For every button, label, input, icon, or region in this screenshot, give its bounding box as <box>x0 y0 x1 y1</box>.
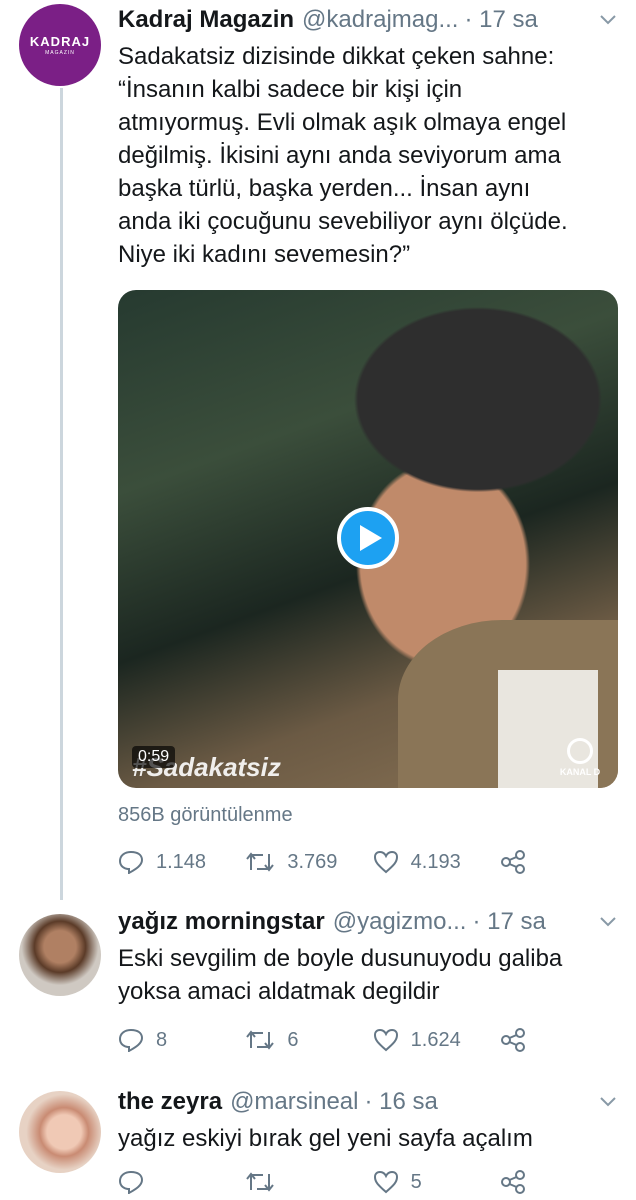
chevron-down-icon[interactable] <box>598 912 618 932</box>
retweet-count: 6 <box>287 1028 299 1051</box>
view-count: 856B görüntülenme <box>118 804 293 826</box>
tweet-text-line: başka türlü, başka yerden... İnsan aynı <box>118 175 531 202</box>
author-name[interactable]: yağız morningstar <box>118 908 325 936</box>
tweet-text-line: Niye iki kadını sevemesin?” <box>118 241 411 268</box>
share-icon <box>500 1170 525 1194</box>
like-count: 4.193 <box>410 850 461 873</box>
chevron-down-icon[interactable] <box>598 1092 618 1112</box>
play-icon[interactable] <box>337 507 399 569</box>
video-player[interactable]: #Sadakatsiz 0:59 KANAL D <box>118 290 618 788</box>
chevron-down-icon[interactable] <box>598 10 618 30</box>
video-duration: 0:59 <box>132 746 176 768</box>
tweet-actions: 8 6 1.624 <box>118 1028 538 1052</box>
channel-logo: KANAL D <box>558 738 602 777</box>
thread-line <box>60 88 63 900</box>
channel-logo-icon <box>567 738 593 764</box>
reply-button[interactable] <box>118 1170 245 1194</box>
tweet-text-line: atmıyormuş. Evli olmak aşık olmaya engel <box>118 109 567 136</box>
heart-icon <box>373 1028 398 1052</box>
timestamp[interactable]: · 17 sa <box>464 6 537 34</box>
reply-count: 8 <box>156 1028 168 1051</box>
like-button[interactable]: 1.624 <box>373 1028 500 1052</box>
heart-icon <box>373 1170 398 1194</box>
tweet-text: Sadakatsiz dizisinde dikkat çeken sahne:… <box>118 40 618 271</box>
tweet-actions: 1.148 3.769 4.193 <box>118 850 538 874</box>
tweet-header: Kadraj Magazin @kadrajmag... · 17 sa <box>118 6 618 34</box>
reply-icon <box>118 1028 144 1052</box>
tweet-text-line: yağız eskiyi bırak gel yeni sayfa açalım <box>118 1125 533 1152</box>
reply-icon <box>118 1170 144 1194</box>
retweet-button[interactable]: 3.769 <box>245 850 372 874</box>
tweet-header: yağız morningstar @yagizmo... · 17 sa <box>118 908 618 936</box>
channel-name: KANAL D <box>559 767 601 777</box>
like-count: 5 <box>410 1170 422 1193</box>
tweet-actions: 5 <box>118 1170 538 1194</box>
like-count: 1.624 <box>410 1028 461 1051</box>
author-name[interactable]: Kadraj Magazin <box>118 6 294 34</box>
author-handle[interactable]: @marsineal <box>230 1088 358 1116</box>
share-button[interactable] <box>500 1028 538 1052</box>
avatar-brand-subtext: MAGAZIN <box>45 50 75 56</box>
retweet-count: 3.769 <box>287 850 338 873</box>
timestamp[interactable]: · 16 sa <box>364 1088 437 1116</box>
retweet-icon <box>246 852 275 872</box>
heart-icon <box>373 850 398 874</box>
tweet-text-line: yoksa amaci aldatmak degildir <box>118 978 440 1005</box>
share-button[interactable] <box>500 1170 538 1194</box>
tweet-header: the zeyra @marsineal · 16 sa <box>118 1088 618 1116</box>
retweet-icon <box>246 1172 275 1192</box>
tweet-text-line: anda iki çocuğunu sevebiliyor aynı ölçüd… <box>118 208 568 235</box>
reply-button[interactable]: 8 <box>118 1028 245 1052</box>
share-icon <box>500 850 525 874</box>
retweet-icon <box>246 1030 275 1050</box>
tweet-text-line: Sadakatsiz dizisinde dikkat çeken sahne: <box>118 43 555 70</box>
tweet-text: yağız eskiyi bırak gel yeni sayfa açalım <box>118 1122 618 1155</box>
avatar[interactable]: KADRAJ MAGAZIN <box>19 4 101 86</box>
author-handle[interactable]: @yagizmo... <box>333 908 467 936</box>
share-button[interactable] <box>500 850 538 874</box>
reply-count: 1.148 <box>156 850 207 873</box>
like-button[interactable]: 5 <box>373 1170 500 1194</box>
retweet-button[interactable]: 6 <box>245 1028 372 1052</box>
author-handle[interactable]: @kadrajmag... <box>302 6 458 34</box>
tweet-text-line: “İnsanın kalbi sadece bir kişi için <box>118 76 463 103</box>
tweet-text-line: değilmiş. İkisini aynı anda seviyorum am… <box>118 142 561 169</box>
tweet-text-line: Eski sevgilim de boyle dusunuyodu galiba <box>118 945 563 972</box>
avatar-brand-text: KADRAJ <box>29 34 91 49</box>
like-button[interactable]: 4.193 <box>373 850 500 874</box>
avatar[interactable] <box>19 1091 101 1173</box>
reply-icon <box>118 850 144 874</box>
reply-button[interactable]: 1.148 <box>118 850 245 874</box>
author-name[interactable]: the zeyra <box>118 1088 222 1116</box>
retweet-button[interactable] <box>245 1170 372 1194</box>
avatar[interactable] <box>19 914 101 996</box>
share-icon <box>500 1028 525 1052</box>
tweet-text: Eski sevgilim de boyle dusunuyodu galiba… <box>118 942 618 1008</box>
timestamp[interactable]: · 17 sa <box>472 908 545 936</box>
